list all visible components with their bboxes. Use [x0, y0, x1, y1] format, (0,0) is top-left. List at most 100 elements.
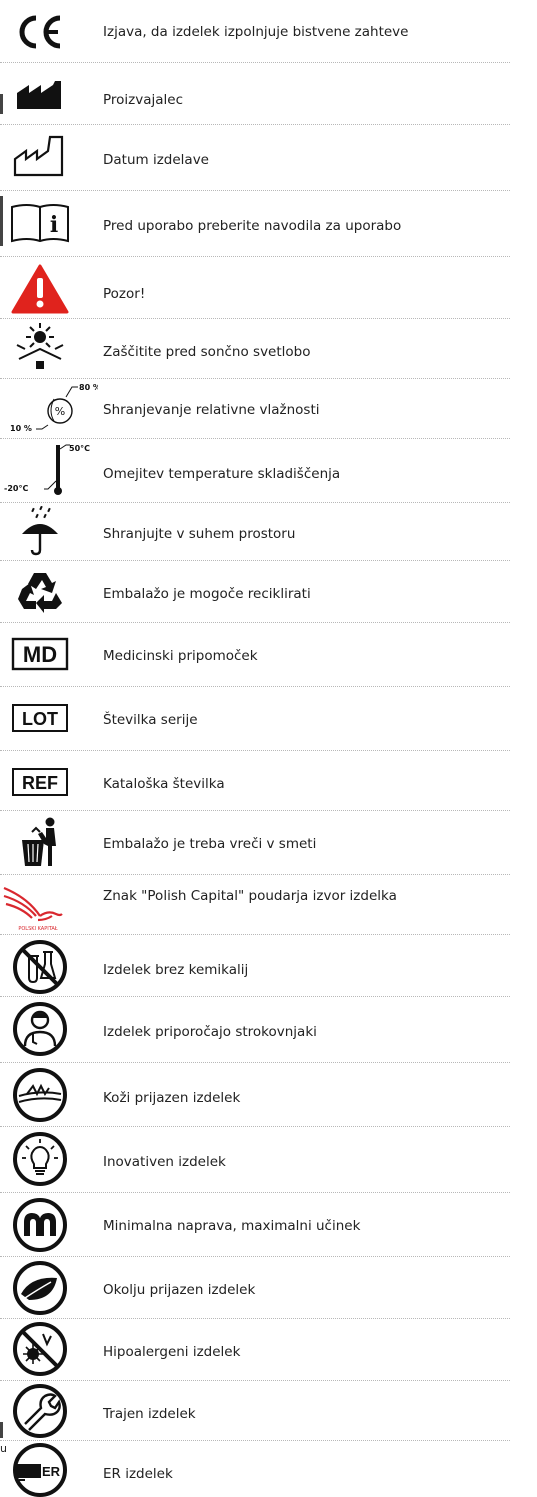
symbol-label: Izdelek priporočajo strokovnjaki: [103, 1024, 317, 1040]
separator: [0, 124, 510, 125]
symbol-row-polish-capital: POLSKI KAPITAŁ Znak "Polish Capital" pou…: [0, 876, 537, 936]
symbol-row-humidity: % 80 % 10 % Shranjevanje relativne vlažn…: [0, 380, 537, 440]
separator: [0, 874, 510, 875]
symbol-label: Koži prijazen izdelek: [103, 1090, 241, 1106]
separator: [0, 996, 510, 997]
symbol-row-hypoallergenic: Hipoalergeni izdelek: [0, 1320, 537, 1380]
symbol-row-tidyman: Embalažo je treba vreči v smeti: [0, 812, 537, 874]
symbol-row-skin: Koži prijazen izdelek: [0, 1064, 537, 1126]
innovative-icon: [6, 1130, 74, 1188]
ref-text: REF: [22, 773, 58, 793]
symbol-label: Kataloška številka: [103, 776, 225, 792]
symbol-label: Medicinski pripomoček: [103, 648, 258, 664]
separator: [0, 256, 510, 257]
separator: [0, 318, 510, 319]
symbol-label: Izjava, da izdelek izpolnjuje bistvene z…: [103, 24, 409, 40]
er-text: ER: [42, 1464, 61, 1479]
symbol-label: Izdelek brez kemikalij: [103, 962, 249, 978]
humidity-limit-icon: % 80 % 10 %: [8, 380, 98, 438]
symbol-row-durable: Trajen izdelek: [0, 1382, 537, 1442]
symbol-label: Omejitev temperature skladiščenja: [103, 466, 341, 482]
symbol-label: Hipoalergeni izdelek: [103, 1344, 241, 1360]
keep-away-from-sunlight-icon: [6, 322, 74, 376]
temperature-limit-icon: 50°C -20°C: [0, 440, 100, 502]
expert-recommended-icon: [6, 1000, 74, 1058]
separator: [0, 190, 510, 191]
symbol-label: Shranjevanje relativne vlažnosti: [103, 402, 320, 418]
symbol-label: Minimalna naprava, maximalni učinek: [103, 1218, 361, 1234]
separator: [0, 1126, 510, 1127]
symbol-row-recycling: Embalažo je mogoče reciklirati: [0, 562, 537, 622]
durable-icon: [6, 1382, 74, 1440]
consult-instructions-icon: i: [6, 200, 74, 246]
polish-capital-text: POLSKI KAPITAŁ: [18, 926, 57, 932]
separator: [0, 378, 510, 379]
symbol-row-manufacturer: Proizvajalec: [0, 66, 537, 126]
date-of-manufacture-icon: [6, 134, 74, 178]
separator: [0, 750, 510, 751]
separator: [0, 622, 510, 623]
skin-friendly-icon: [6, 1066, 74, 1124]
symbol-label: Datum izdelave: [103, 152, 209, 168]
tidy-man-icon: [6, 814, 74, 870]
lot-icon: LOT: [6, 702, 74, 734]
md-text: MD: [23, 642, 57, 667]
left-edge-mark: [0, 196, 3, 246]
humidity-min-label: 10 %: [10, 424, 32, 433]
symbol-row-dry: Shranjujte v suhem prostoru: [0, 504, 537, 560]
symbol-row-chemical-free: Izdelek brez kemikalij: [0, 936, 537, 998]
symbol-label: Zaščitite pred sončno svetlobo: [103, 344, 311, 360]
symbol-label: Pred uporabo preberite navodila za upora…: [103, 218, 402, 234]
symbol-row-ce: Izjava, da izdelek izpolnjuje bistvene z…: [0, 8, 537, 56]
separator: [0, 438, 510, 439]
hypoallergenic-icon: [6, 1320, 74, 1378]
symbol-label: Pozor!: [103, 286, 146, 302]
symbol-row-er: ER ER izdelek: [0, 1442, 537, 1497]
symbol-label: Inovativen izdelek: [103, 1154, 226, 1170]
temp-max-label: 50°C: [69, 444, 90, 453]
eco-friendly-icon: [6, 1260, 74, 1316]
symbol-label: Embalažo je mogoče reciklirati: [103, 586, 311, 602]
minimal-device-icon: [6, 1196, 74, 1254]
polish-capital-logo: POLSKI KAPITAŁ: [0, 880, 76, 934]
separator: [0, 1256, 510, 1257]
separator: [0, 560, 510, 561]
lot-text: LOT: [22, 709, 58, 729]
ce-mark-icon: [6, 12, 74, 52]
symbol-row-innovative: Inovativen izdelek: [0, 1128, 537, 1192]
symbol-label: Trajen izdelek: [103, 1406, 196, 1422]
symbol-row-lot: LOT Številka serije: [0, 688, 537, 748]
symbol-label: Shranjujte v suhem prostoru: [103, 526, 296, 542]
symbol-row-eco: Okolju prijazen izdelek: [0, 1258, 537, 1318]
symbol-row-expert: Izdelek priporočajo strokovnjaki: [0, 998, 537, 1062]
separator: [0, 1192, 510, 1193]
svg-text:i: i: [50, 212, 58, 238]
separator: [0, 686, 510, 687]
separator: [0, 810, 510, 811]
symbol-label: Številka serije: [103, 712, 198, 728]
ref-icon: REF: [6, 766, 74, 798]
keep-dry-icon: [6, 504, 74, 560]
symbol-row-md: MD Medicinski pripomoček: [0, 624, 537, 684]
symbol-label: Proizvajalec: [103, 92, 184, 108]
temp-min-label: -20°C: [4, 484, 28, 493]
symbol-row-ref: REF Kataloška številka: [0, 752, 537, 812]
symbol-row-temperature: 50°C -20°C Omejitev temperature skladišč…: [0, 440, 537, 502]
manufacturer-icon: [6, 78, 74, 114]
symbol-row-warning: Pozor!: [0, 258, 537, 320]
separator: [0, 1318, 510, 1319]
separator: [0, 934, 510, 935]
warning-icon: [6, 264, 74, 314]
recycling-icon: [6, 566, 74, 618]
symbol-row-minimal: Minimalna naprava, maximalni učinek: [0, 1194, 537, 1256]
left-edge-mark: [0, 1422, 3, 1438]
symbol-row-instructions: i Pred uporabo preberite navodila za upo…: [0, 192, 537, 256]
medical-device-icon: MD: [6, 636, 74, 672]
stray-text: u: [0, 1442, 7, 1455]
symbol-row-sunlight: Zaščitite pred sončno svetlobo: [0, 320, 537, 380]
humidity-percent-symbol: %: [55, 405, 65, 418]
symbol-row-date: Datum izdelave: [0, 126, 537, 188]
separator: [0, 502, 510, 503]
symbol-label: Znak "Polish Capital" poudarja izvor izd…: [103, 888, 397, 904]
separator: [0, 1380, 510, 1381]
